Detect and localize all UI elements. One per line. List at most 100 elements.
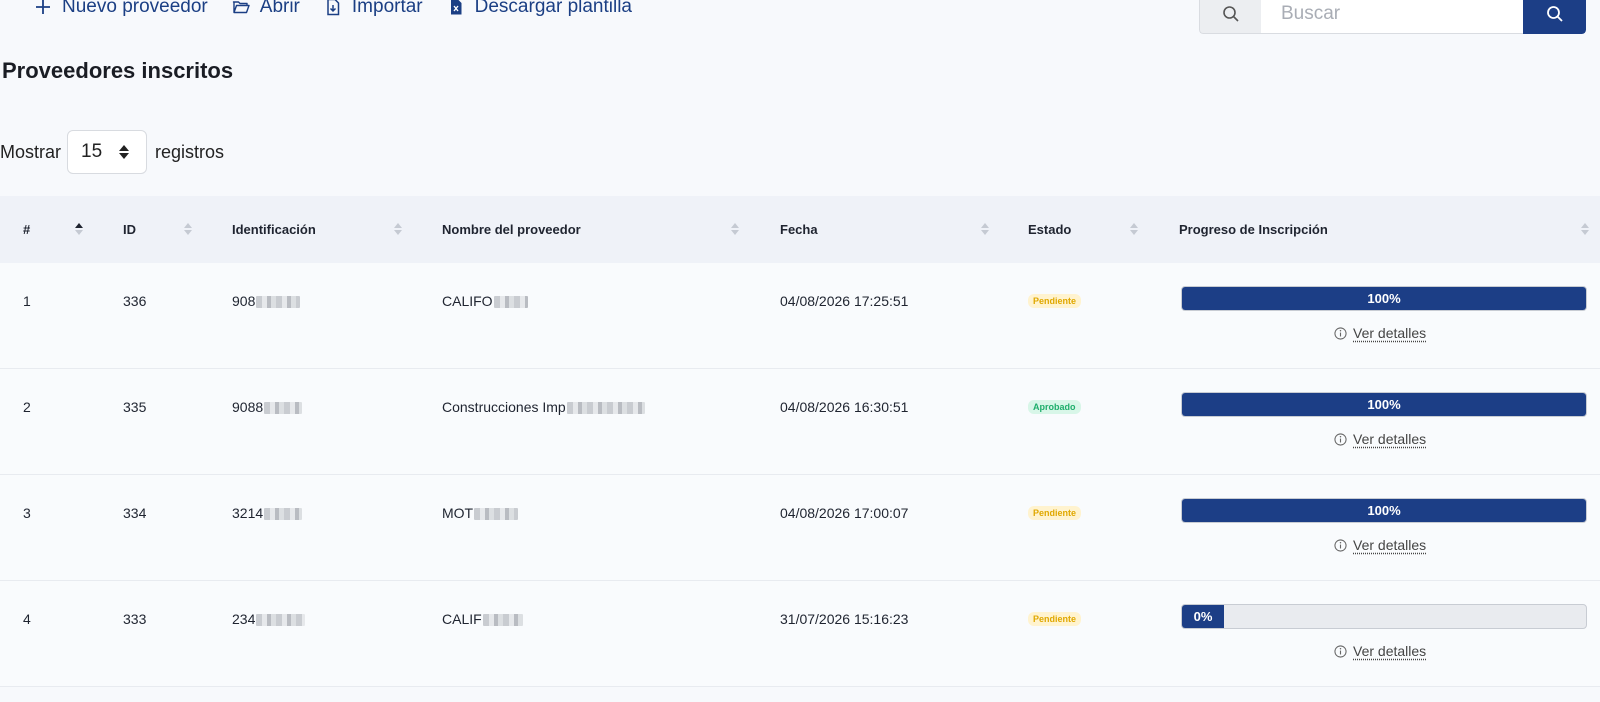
plus-icon [36,0,50,14]
identification-text: 908 [232,293,256,309]
column-header-id[interactable]: ID [123,196,136,263]
download-template-button[interactable]: Descargar plantilla [447,0,632,18]
cell-id: 335 [123,399,147,415]
providers-page: Nuevo proveedor Abrir Importar Descargar… [0,0,1600,702]
open-label: Abrir [259,0,300,17]
view-details-label: Ver detalles [1353,643,1427,659]
provider-name-text: Construcciones Imp [442,399,566,415]
new-provider-label: Nuevo proveedor [62,0,208,17]
redacted-block [256,296,301,309]
cell-provider-name: Construcciones Imp [442,399,645,415]
view-details-link[interactable]: Ver detalles [1334,537,1426,553]
cell-identification: 234 [232,611,306,627]
sort-icon [981,223,989,235]
search-icon [1222,6,1239,22]
view-details-link[interactable]: Ver detalles [1334,431,1426,447]
cell-id: 333 [123,611,147,627]
info-icon [1334,538,1347,552]
column-header-date[interactable]: Fecha [780,196,818,263]
column-label: ID [123,222,136,237]
view-details-label: Ver detalles [1353,431,1427,447]
cell-id: 336 [123,293,147,309]
column-label: # [23,222,31,237]
info-icon [1334,326,1347,340]
sort-icon [184,223,192,235]
sort-icon [731,223,739,235]
length-suffix: registros [155,141,225,162]
import-button[interactable]: Importar [324,0,423,18]
sort-arrows-icon [119,145,130,159]
cell-date: 31/07/2026 15:16:23 [780,611,909,627]
column-header-identification[interactable]: Identificación [232,196,316,263]
view-details-link[interactable]: Ver detalles [1334,643,1426,659]
redacted-block [493,296,528,309]
cell-provider-name: CALIF [442,611,523,627]
page-length-value: 15 [81,141,103,162]
column-header-num[interactable]: # [23,196,30,263]
identification-text: 234 [232,611,256,627]
download-template-label: Descargar plantilla [474,0,632,17]
column-label: Nombre del proveedor [442,222,581,237]
redacted-block [566,402,645,415]
table-row: 2 335 9088 Construcciones Imp 04/08/2026… [0,369,1600,475]
progress-bar: 100% [1181,498,1587,523]
cell-identification: 9088 [232,399,303,415]
status-badge: Pendiente [1028,612,1082,626]
redacted-block [264,402,303,415]
toolbar-actions: Nuevo proveedor Abrir Importar Descargar… [34,0,656,18]
providers-table: # ID Identificación Nombre del proveedor… [0,196,1600,687]
page-title: Proveedores inscritos [2,58,234,83]
file-import-icon [327,0,340,16]
view-details-label: Ver detalles [1353,537,1427,553]
column-header-name[interactable]: Nombre del proveedor [442,196,581,263]
identification-text: 9088 [232,399,264,415]
search-input[interactable] [1261,0,1523,34]
progress-bar: 100% [1181,286,1587,311]
view-details-link[interactable]: Ver detalles [1334,325,1426,341]
length-prefix: Mostrar [0,141,62,162]
sort-icon [1130,223,1138,235]
excel-file-icon [450,0,462,15]
table-row: 4 333 234 CALIF 31/07/2026 15:16:23 Pend… [0,581,1600,687]
cell-identification: 3214 [232,505,303,521]
provider-name-text: CALIFO [442,293,493,309]
cell-num: 3 [23,505,31,521]
cell-num: 2 [23,399,31,415]
column-label: Identificación [232,222,316,237]
page-length-select[interactable]: 15 [67,130,148,174]
toolbar: Nuevo proveedor Abrir Importar Descargar… [0,0,1600,40]
column-header-status[interactable]: Estado [1028,196,1071,263]
redacted-block [474,508,519,521]
progress-bar: 0% [1181,604,1587,629]
progress-fill: 100% [1182,499,1586,522]
search-group [1199,0,1586,34]
column-label: Fecha [780,222,818,237]
progress-fill: 100% [1182,287,1586,310]
cell-identification: 908 [232,293,301,309]
cell-date: 04/08/2026 16:30:51 [780,399,909,415]
cell-provider-name: CALIFO [442,293,528,309]
status-badge: Pendiente [1028,294,1082,308]
column-label: Estado [1028,222,1072,237]
progress-bar: 100% [1181,392,1587,417]
sort-asc-active-icon [75,223,83,235]
column-label: Progreso de Inscripción [1179,222,1328,237]
status-badge: Aprobado [1028,400,1081,414]
table-row: 3 334 3214 MOT 04/08/2026 17:00:07 Pendi… [0,475,1600,581]
cell-date: 04/08/2026 17:25:51 [780,293,909,309]
status-badge: Pendiente [1028,506,1082,520]
open-button[interactable]: Abrir [232,0,300,18]
column-header-progress[interactable]: Progreso de Inscripción [1179,196,1328,263]
table-row: 1 336 908 CALIFO 04/08/2026 17:25:51 Pen… [0,263,1600,369]
info-icon [1334,644,1347,658]
search-button[interactable] [1523,0,1586,34]
redacted-block [482,614,523,627]
new-provider-button[interactable]: Nuevo proveedor [34,0,208,18]
cell-provider-name: MOT [442,505,519,521]
cell-date: 04/08/2026 17:00:07 [780,505,909,521]
identification-text: 3214 [232,505,264,521]
provider-name-text: CALIF [442,611,482,627]
info-icon [1334,432,1347,446]
search-icon [1546,6,1563,22]
sort-icon [394,223,402,235]
